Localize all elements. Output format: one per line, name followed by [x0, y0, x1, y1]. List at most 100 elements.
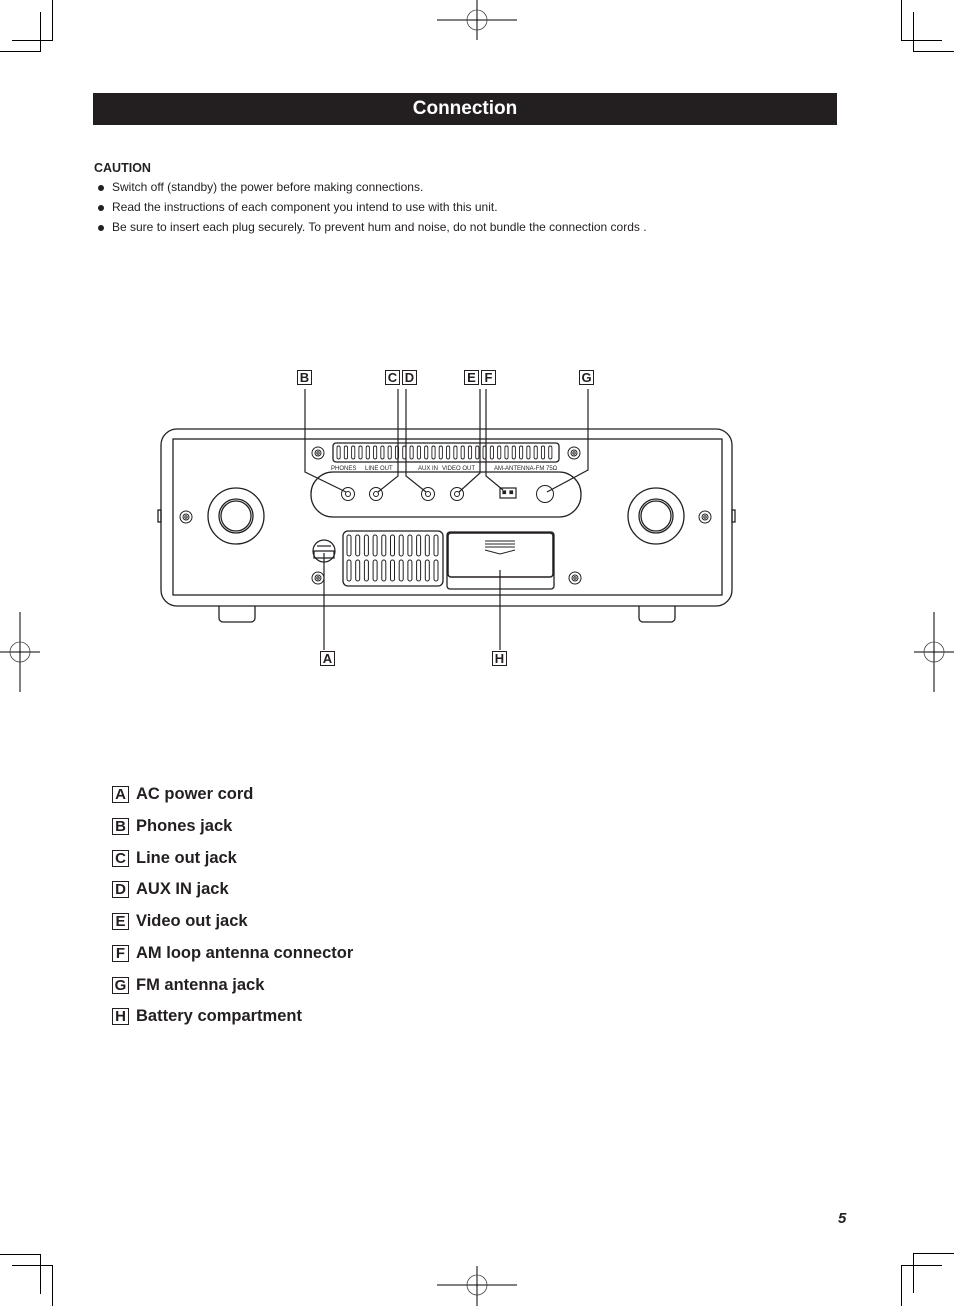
vent-slot [373, 445, 378, 460]
grille-slot [407, 534, 413, 557]
grille-slot [355, 559, 361, 582]
vent-slots [336, 445, 553, 460]
legend-item: H Battery compartment [112, 1006, 302, 1026]
side-tab [731, 509, 736, 523]
legend-key: A [112, 785, 129, 803]
vent-slot [497, 445, 502, 460]
vent-slot [548, 445, 553, 460]
vent-slot [358, 445, 363, 460]
crop-mark [40, 1254, 41, 1294]
vent-slot [460, 445, 465, 460]
vent-slot [540, 445, 546, 460]
legend-label: FM antenna jack [136, 975, 265, 994]
grille-slot [390, 534, 395, 557]
legend-label: Video out jack [136, 911, 248, 930]
grille-slot [381, 534, 387, 557]
grille-slot [416, 559, 422, 582]
vent-slot [526, 445, 531, 460]
fm-antenna-jack[interactable] [536, 485, 554, 503]
grille-slot [390, 559, 395, 582]
crop-mark [0, 1254, 40, 1255]
screw-icon [179, 510, 193, 524]
left-port [207, 487, 265, 545]
vent-slot [365, 445, 370, 460]
grille-slot [424, 559, 430, 582]
grille-slot [424, 534, 430, 557]
legend-key: C [112, 849, 129, 867]
leader-lines [304, 389, 589, 650]
crop-mark [902, 1265, 942, 1266]
vent-slot [533, 445, 538, 460]
vent-slot [336, 445, 341, 460]
callout-c: C [385, 370, 400, 385]
legend-key: E [112, 912, 129, 930]
grille-slot [363, 534, 369, 557]
legend-label: AM loop antenna connector [136, 943, 354, 962]
vent-slot [387, 445, 392, 460]
grille-slot [381, 559, 387, 582]
foot [218, 606, 256, 623]
vent-slot [453, 445, 458, 460]
panel-label-video-out: VIDEO OUT [442, 466, 475, 472]
callout-d: D [402, 370, 417, 385]
registration-mark-bottom [437, 1266, 517, 1306]
callout-e: E [464, 370, 479, 385]
side-tab [157, 509, 162, 523]
panel-label-aux-in: AUX IN [418, 466, 438, 472]
callout-f: F [481, 370, 496, 385]
page-number: 5 [838, 1210, 847, 1227]
vent-slot [489, 445, 494, 460]
legend-key: B [112, 817, 129, 835]
crop-mark [913, 1253, 914, 1293]
legend-label: Line out jack [136, 848, 237, 867]
crop-mark [914, 1253, 954, 1254]
callout-g: G [579, 370, 594, 385]
phones-jack[interactable] [341, 487, 355, 501]
vent-slot [380, 445, 385, 460]
legend-key: D [112, 880, 129, 898]
legend-key: H [112, 1007, 129, 1025]
vent-slot [409, 445, 414, 460]
grille-slot [407, 559, 413, 582]
legend-item: E Video out jack [112, 911, 248, 931]
grille-slot [433, 534, 439, 557]
grille [342, 530, 444, 587]
callout-b: B [297, 370, 312, 385]
legend-item: C Line out jack [112, 848, 237, 868]
vent-slot [519, 445, 524, 460]
crop-mark [52, 1265, 53, 1306]
grille-slot [416, 534, 422, 557]
legend-item: A AC power cord [112, 784, 253, 804]
legend-item: G FM antenna jack [112, 975, 264, 995]
rear-panel-diagram: PHONES LINE OUT AUX IN VIDEO OUT AM-ANTE… [157, 389, 736, 650]
vent-slot [467, 445, 473, 460]
grille-slot [346, 534, 352, 557]
legend-label: Phones jack [136, 816, 233, 835]
vent-slot [475, 445, 480, 460]
right-port [627, 487, 685, 545]
jack-recess [310, 471, 582, 518]
grille-slots [346, 534, 439, 582]
crop-mark [12, 1265, 52, 1266]
legend-item: F AM loop antenna connector [112, 943, 353, 963]
panel-label-line-out: LINE OUT [365, 466, 393, 472]
grille-slot [363, 559, 369, 582]
foot [638, 606, 676, 623]
grille-slot [372, 534, 378, 557]
legend-label: AUX IN jack [136, 879, 229, 898]
vent-slot [438, 445, 443, 460]
callout-h: H [492, 651, 507, 666]
vent-slot [424, 445, 429, 460]
panel-label-phones: PHONES [331, 466, 356, 472]
screw-icon [567, 446, 581, 460]
grille-slot [433, 559, 439, 582]
callout-a: A [320, 651, 335, 666]
legend-key: G [112, 976, 129, 994]
legend-label: Battery compartment [136, 1006, 302, 1025]
grille-slot [346, 559, 352, 582]
screw-icon [568, 571, 582, 585]
legend-item: B Phones jack [112, 816, 232, 836]
grille-slot [355, 534, 361, 557]
vent-slot [351, 445, 356, 460]
vent-slot [343, 445, 348, 460]
